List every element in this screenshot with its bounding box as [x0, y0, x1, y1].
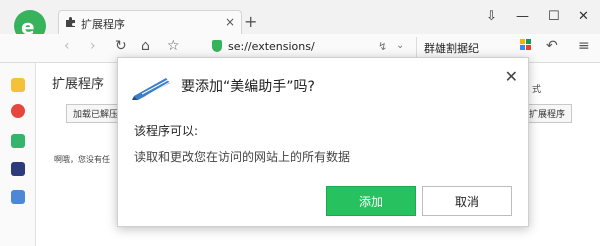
mail-icon[interactable]	[11, 134, 25, 148]
shield-icon	[212, 40, 222, 52]
notes-icon[interactable]	[11, 190, 25, 204]
add-button[interactable]: 添加	[326, 186, 416, 216]
pen-icon	[132, 78, 171, 100]
apps-icon[interactable]	[520, 39, 532, 51]
tab-close-icon[interactable]: ×	[225, 15, 235, 29]
dialog-close-icon[interactable]: ✕	[505, 67, 518, 86]
tab-extensions[interactable]: 扩展程序 ×	[58, 10, 242, 35]
weibo-icon[interactable]	[11, 104, 25, 118]
permission-item: 读取和更改您在访问的网站上的所有数据	[134, 150, 351, 164]
favorites-icon[interactable]	[11, 78, 25, 92]
add-extension-dialog: 要添加“美编助手”吗? ✕ 该程序可以: 读取和更改您在访问的网站上的所有数据 …	[117, 57, 529, 227]
maximize-button[interactable]: ☐	[548, 9, 560, 24]
star-icon[interactable]: ☆	[167, 38, 180, 54]
permissions-heading: 该程序可以:	[134, 124, 199, 138]
empty-note: 啊哦，您没有任	[54, 155, 110, 164]
extensions-button[interactable]: 扩展程序	[522, 104, 573, 123]
search-text[interactable]: 群雄割据纪	[424, 40, 479, 56]
cancel-button[interactable]: 取消	[422, 186, 512, 216]
undo-icon[interactable]: ↶	[546, 38, 558, 54]
lightning-icon[interactable]: ↯	[378, 40, 387, 53]
download-icon[interactable]: ⇩	[486, 9, 497, 24]
mode-label: 式	[532, 85, 542, 95]
close-window-button[interactable]: ✕	[578, 9, 589, 24]
reload-icon[interactable]: ↻	[115, 38, 127, 54]
home-icon[interactable]: ⌂	[141, 38, 150, 54]
chevron-down-icon[interactable]: ⌄	[396, 40, 404, 51]
forward-icon[interactable]: ›	[90, 38, 96, 54]
page-title: 扩展程序	[52, 77, 105, 92]
new-tab-button[interactable]: +	[244, 12, 257, 31]
tab-label: 扩展程序	[81, 18, 125, 31]
back-icon[interactable]: ‹	[64, 38, 70, 54]
address-text[interactable]: se://extensions/	[228, 40, 315, 53]
puzzle-icon	[66, 17, 75, 27]
news-icon[interactable]	[11, 162, 25, 176]
minimize-button[interactable]: —	[516, 9, 529, 24]
menu-icon[interactable]: ≡	[578, 38, 590, 54]
dialog-title: 要添加“美编助手”吗?	[181, 79, 315, 95]
